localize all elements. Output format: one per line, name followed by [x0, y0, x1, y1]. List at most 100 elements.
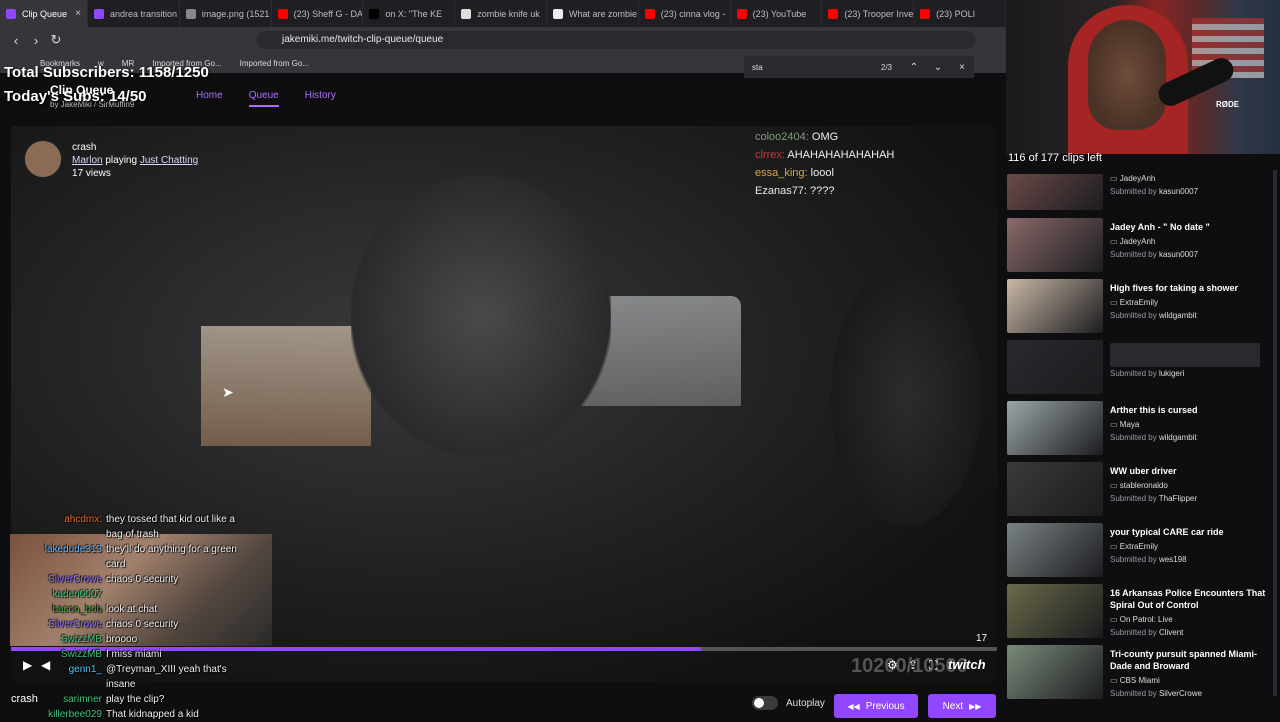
twitch-logo: twitch [948, 657, 986, 672]
chat-username: SilverCrowe [48, 574, 102, 585]
browser-tab[interactable]: (23) Trooper Inve [822, 0, 915, 27]
browser-tab[interactable]: andrea transition [88, 0, 180, 27]
browser-tab[interactable]: What are zombie [547, 0, 639, 27]
browser-tab[interactable]: (23) YouTube [731, 0, 823, 27]
queue-submitter: Submitted by kasun0007 [1110, 187, 1198, 196]
submitted-prefix: Submitted by [1110, 311, 1157, 320]
submitter-name: lukigeri [1158, 369, 1185, 378]
creator-link[interactable]: Marlon [72, 155, 103, 166]
top-navigation: Home Queue History [196, 90, 336, 107]
forward-button[interactable]: › [26, 33, 46, 48]
stream-chat-line: card [6, 557, 125, 572]
url-input[interactable]: jakemiki.me/twitch-clip-queue/queue [256, 31, 976, 49]
video-chat-line: Ezanas77: ???? [755, 182, 894, 200]
queue-item[interactable]: Jadey Anh - " No date " ▭ JadeyAnh Submitt… [1007, 218, 1275, 274]
browser-tab[interactable]: on X: "The KE [363, 0, 456, 27]
stream-chat-line: SwizzMB I miss miami [6, 647, 162, 662]
queue-creator: ▭ CBS Miami [1110, 676, 1160, 685]
queue-thumbnail [1007, 401, 1103, 455]
share-icon[interactable]: ⇪ [908, 658, 918, 672]
queue-creator: ▭ JadeyAnh [1110, 174, 1155, 183]
queue-thumbnail [1007, 340, 1103, 394]
browser-tab[interactable]: (23) Sheff G - DA [272, 0, 364, 27]
queue-scrollbar[interactable] [1273, 170, 1277, 696]
tab-favicon-icon [6, 8, 16, 19]
submitted-prefix: Submitted by [1110, 494, 1157, 503]
back-button[interactable]: ‹ [6, 33, 26, 48]
tab-favicon-icon [920, 8, 931, 19]
queue-title: 16 Arkansas Police Encounters That Spira… [1110, 588, 1266, 610]
queue-count: 116 of 177 clips left [1008, 152, 1102, 164]
stream-chat-line: kaden0007 [6, 587, 106, 602]
channel-icon: ▭ [1110, 676, 1120, 685]
mouse-cursor-icon: ➤ [222, 384, 234, 400]
previous-icon: ◀◀ [847, 701, 860, 711]
today-subs-overlay: Today's Subs: 14/50 [4, 88, 147, 105]
tab-label: What are zombie [568, 8, 638, 19]
chat-message: That kidnapped a kid [106, 709, 199, 720]
queue-thumbnail [1007, 462, 1103, 516]
previous-button[interactable]: ◀◀ Previous [834, 694, 918, 718]
submitter-name: ThaFlipper [1158, 494, 1198, 503]
find-input[interactable]: sta [752, 63, 763, 72]
chat-username: SwizzMB [60, 634, 102, 645]
stream-chat-line: sarimner play the clip? [6, 692, 164, 707]
browser-tab[interactable]: zombie knife uk [455, 0, 547, 27]
browser-tab[interactable]: (23) POLI [914, 0, 1006, 27]
tab-favicon-icon [736, 8, 747, 19]
stream-chat-line: bacon_bob look at chat [6, 602, 158, 617]
next-icon: ▶▶ [969, 701, 982, 711]
tab-favicon-icon [644, 8, 655, 19]
creator-name: On Patrol: Live [1119, 615, 1173, 624]
chat-username: Ezanas77: [755, 185, 807, 197]
chat-message: OMG [811, 131, 839, 143]
queue-item[interactable]: High fives for taking a shower ▭ ExtraEmi… [1007, 279, 1275, 335]
submitted-prefix: Submitted by [1110, 187, 1157, 196]
previous-label: Previous [865, 700, 905, 712]
autoplay-control[interactable]: Autoplay [752, 696, 825, 710]
next-label: Next [942, 700, 964, 712]
submitter-name: kasun0007 [1158, 187, 1199, 196]
browser-tab[interactable]: Clip Queue × [0, 0, 88, 27]
browser-tab[interactable]: image.png (1521 [180, 0, 272, 27]
browser-tab[interactable]: (23) cinna vlog - [639, 0, 731, 27]
bookmark-item[interactable]: Imported from Go... [240, 59, 309, 68]
video-chat-line: essa_king: loool [755, 164, 894, 182]
tab-label: (23) POLI [936, 8, 976, 19]
creator-name: JadeyAnh [1119, 174, 1156, 183]
nav-history[interactable]: History [305, 90, 336, 107]
category-link[interactable]: Just Chatting [140, 155, 198, 166]
clip-title: crash [72, 142, 97, 153]
video-chat-overlay: coloo2404: OMG clrrex: AHAHAHAHAHAHAH essa… [755, 128, 894, 200]
next-button[interactable]: Next ▶▶ [928, 694, 996, 718]
nav-home[interactable]: Home [196, 90, 223, 107]
video-chat-line: coloo2404: OMG [755, 128, 894, 146]
find-close-button[interactable]: × [950, 62, 974, 73]
streamer-avatar [24, 140, 62, 178]
queue-title: High fives for taking a shower [1110, 283, 1239, 293]
find-next-button[interactable]: ⌄ [926, 62, 950, 73]
settings-icon[interactable]: ⚙ [887, 658, 898, 672]
close-tab-icon[interactable]: × [75, 8, 81, 19]
queue-item[interactable]: 16 Arkansas Police Encounters That Spira… [1007, 584, 1275, 640]
nav-queue[interactable]: Queue [248, 90, 279, 107]
chat-username: bacon_bob [52, 604, 103, 615]
channel-icon: ▭ [1110, 174, 1120, 183]
reload-button[interactable]: ↻ [46, 32, 66, 48]
streamer-webcam: RØDE [1006, 0, 1280, 154]
queue-item[interactable]: your typical CARE car ride ▭ ExtraEmily Su… [1007, 523, 1275, 579]
queue-title: WW uber driver [1110, 466, 1177, 476]
queue-item[interactable]: Submitted by lukigeri [1007, 340, 1275, 396]
find-prev-button[interactable]: ⌃ [902, 62, 926, 73]
queue-item[interactable]: Arther this is cursed ▭ Maya Submitted by … [1007, 401, 1275, 457]
submitter-name: kasun0007 [1158, 250, 1199, 259]
queue-item[interactable]: WW uber driver ▭ stableronaldo Submitted b… [1007, 462, 1275, 518]
queue-item[interactable]: Tri-county pursuit spanned Miami-Dade an… [1007, 645, 1275, 701]
creator-name: ExtraEmily [1119, 298, 1159, 307]
submitter-name: wildgambit [1158, 433, 1197, 442]
clip-subtitle: Marlon playing Just Chatting [72, 155, 198, 166]
fullscreen-icon[interactable]: ⛶ [929, 658, 937, 673]
autoplay-toggle[interactable] [752, 696, 778, 710]
queue-submitter: Submitted by Clivent [1110, 628, 1183, 637]
submitter-name: Clivent [1158, 628, 1184, 637]
